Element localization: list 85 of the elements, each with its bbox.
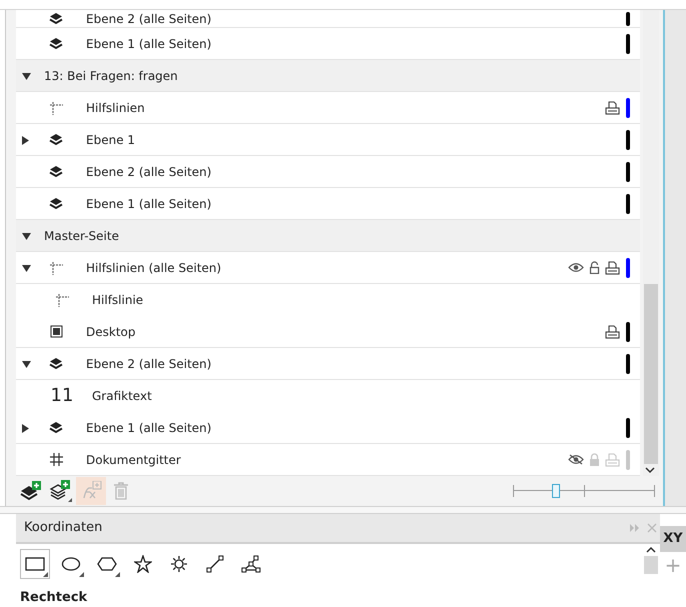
- layer-name: Ebene 1 (alle Seiten): [85, 196, 212, 212]
- object-row[interactable]: 11 Grafiktext: [16, 380, 640, 412]
- layer-color-bar[interactable]: [626, 418, 630, 438]
- stacked-layers-icon: [49, 12, 63, 24]
- layer-color-bar[interactable]: [626, 194, 630, 214]
- new-layer-stack-icon: [49, 480, 73, 502]
- page-name: 13: Bei Fragen: fragen: [44, 68, 178, 84]
- line-icon: [206, 555, 224, 573]
- layer-name: Hilfslinien (alle Seiten): [85, 260, 222, 276]
- expanded-triangle-icon[interactable]: [22, 264, 31, 272]
- layer-row[interactable]: Hilfslinien: [16, 92, 640, 124]
- stacked-layers-icon: [49, 166, 63, 178]
- expanded-triangle-icon[interactable]: [22, 232, 31, 240]
- layer-name: Dokumentgitter: [85, 452, 182, 468]
- hexagon-icon: [97, 556, 117, 572]
- layer-name: Desktop: [85, 324, 136, 340]
- guides-icon: [49, 100, 63, 114]
- star-icon: [134, 555, 152, 573]
- layer-row[interactable]: Ebene 2 (alle Seiten): [16, 156, 640, 188]
- layer-name: Ebene 2 (alle Seiten): [85, 164, 212, 180]
- slider-thumb[interactable]: [552, 484, 560, 498]
- scrollbar-thumb[interactable]: [644, 284, 658, 464]
- scrollbar-thumb[interactable]: [644, 556, 658, 574]
- stacked-layers-icon: [49, 38, 63, 50]
- page-header-row[interactable]: Master-Seite: [16, 220, 640, 252]
- hidden-eye-icon[interactable]: [568, 454, 584, 465]
- expanded-triangle-icon[interactable]: [22, 72, 31, 80]
- layer-name: Ebene 1 (alle Seiten): [85, 420, 212, 436]
- new-layer-icon: [20, 481, 42, 501]
- layer-name: Hilfslinien: [85, 100, 146, 116]
- layer-row[interactable]: Ebene 2 (alle Seiten): [16, 348, 640, 380]
- layer-color-bar[interactable]: [626, 162, 630, 182]
- layer-color-bar[interactable]: [626, 98, 630, 118]
- stacked-layers-icon: [49, 198, 63, 210]
- flyout-triangle-icon: [115, 572, 120, 577]
- desktop-icon: [50, 325, 62, 338]
- shape-tool-button[interactable]: [20, 549, 50, 579]
- stacked-layers-icon: [49, 422, 63, 434]
- page-header-row[interactable]: 13: Bei Fragen: fragen: [16, 60, 640, 92]
- layer-name: Ebene 2 (alle Seiten): [85, 356, 212, 372]
- layer-row[interactable]: Ebene 1 (alle Seiten): [16, 412, 640, 444]
- layer-name: Ebene 1 (alle Seiten): [85, 36, 212, 52]
- layer-color-bar[interactable]: [626, 34, 630, 54]
- rectangle-icon: [25, 556, 45, 572]
- cog-star-icon: [170, 555, 188, 573]
- flyout-triangle-icon: [43, 572, 48, 577]
- page-name: Master-Seite: [44, 228, 119, 244]
- ellipse-icon: [61, 556, 81, 572]
- layer-row[interactable]: Dokumentgitter: [16, 444, 640, 476]
- panel-title: Koordinaten: [24, 519, 102, 538]
- object-name: Hilfslinie: [91, 292, 144, 309]
- grid-icon: [50, 453, 62, 466]
- layer-color-bar[interactable]: [626, 130, 630, 150]
- layer-color-bar[interactable]: [626, 450, 630, 470]
- side-tab[interactable]: XY: [660, 526, 686, 552]
- zoom-slider[interactable]: [513, 484, 655, 498]
- guides-icon: [55, 293, 69, 307]
- layer-color-bar[interactable]: [626, 354, 630, 374]
- layer-row[interactable]: Desktop: [16, 316, 640, 348]
- layer-name: Ebene 2 (alle Seiten): [85, 10, 212, 28]
- layer-color-bar[interactable]: [626, 12, 630, 26]
- printer-icon[interactable]: [605, 324, 620, 338]
- collapsed-triangle-icon[interactable]: [22, 424, 29, 433]
- layer-row[interactable]: Hilfslinien (alle Seiten): [16, 252, 640, 284]
- layer-row[interactable]: Ebene 1: [16, 124, 640, 156]
- object-row[interactable]: Hilfslinie: [16, 284, 640, 316]
- collapsed-triangle-icon[interactable]: [22, 136, 29, 145]
- trash-icon: [113, 482, 129, 500]
- text-object-icon: 11: [50, 387, 74, 405]
- printer-icon[interactable]: [605, 100, 620, 114]
- stacked-layers-icon: [49, 134, 63, 146]
- flyout-triangle-icon: [79, 572, 84, 577]
- printer-icon[interactable]: [605, 260, 620, 274]
- guides-icon: [49, 260, 63, 274]
- layer-color-bar[interactable]: [626, 322, 630, 342]
- unlocked-lock-icon[interactable]: [589, 261, 600, 274]
- stacked-layers-icon: [49, 358, 63, 370]
- object-name: Grafiktext: [91, 388, 153, 405]
- layer-color-bar[interactable]: [626, 258, 630, 278]
- eye-icon[interactable]: [568, 262, 584, 273]
- expanded-triangle-icon[interactable]: [22, 360, 31, 368]
- layer-row[interactable]: Ebene 2 (alle Seiten): [16, 10, 640, 28]
- layer-name: Ebene 1: [85, 132, 136, 148]
- section-title: Rechteck: [19, 590, 88, 606]
- polyline-icon: [241, 555, 261, 573]
